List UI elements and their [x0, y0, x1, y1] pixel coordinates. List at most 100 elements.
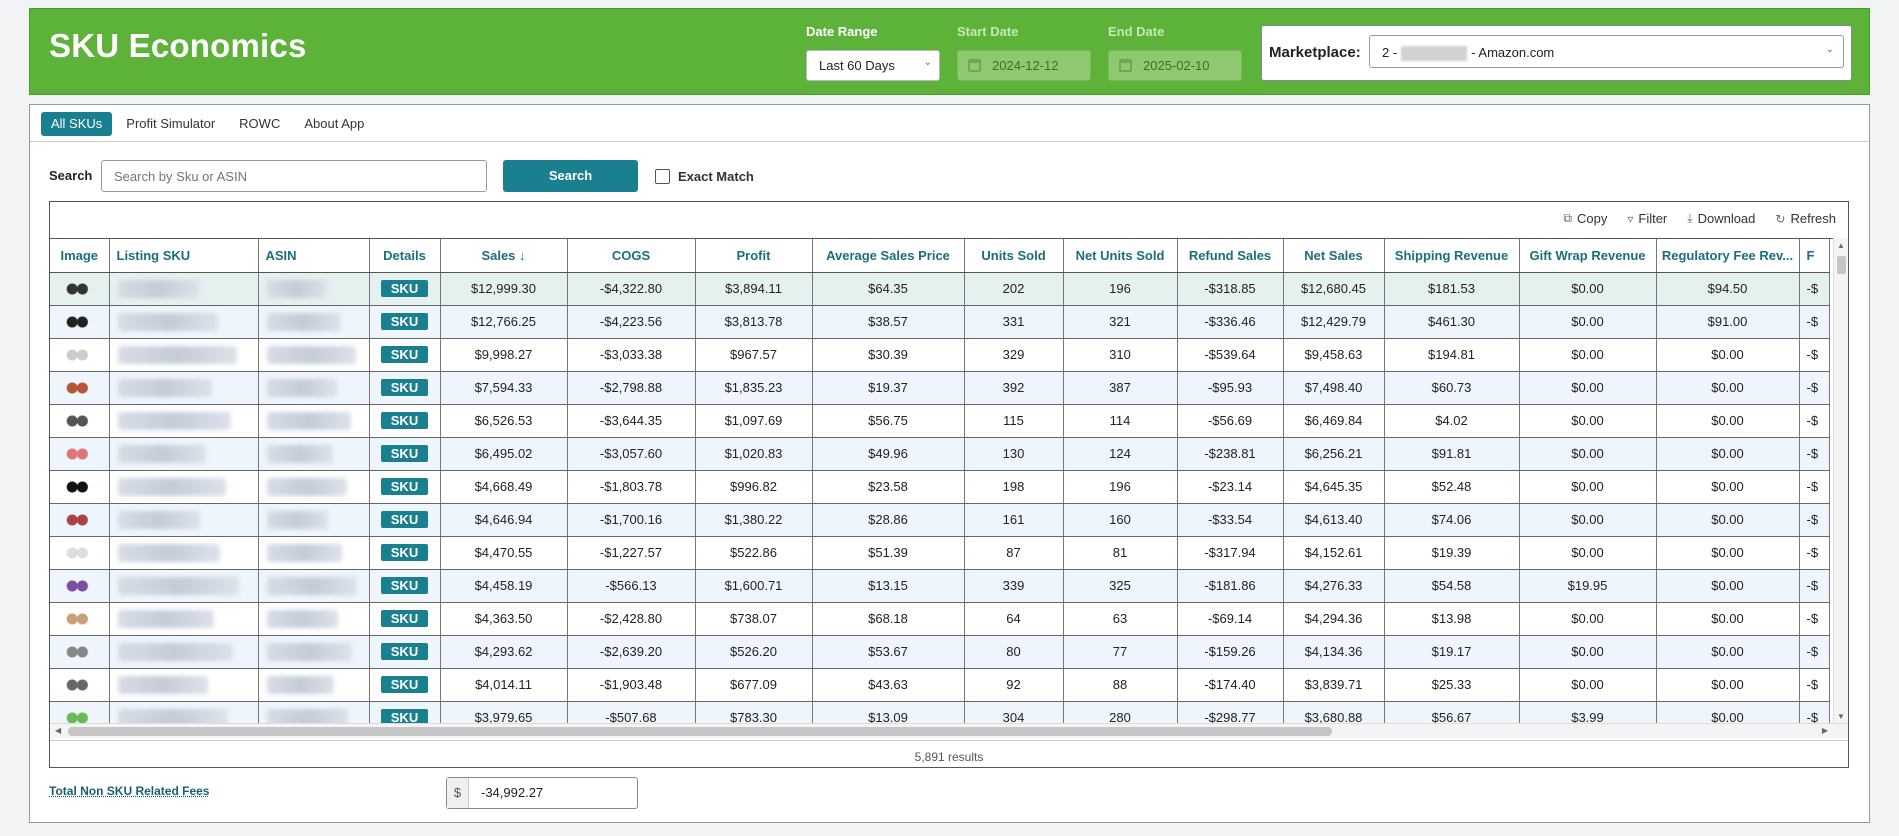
table-row[interactable]: SKU $4,458.19 -$566.13 $1,600.71 $13.15 339 32…	[50, 569, 1830, 603]
table-cell: $0.00	[1519, 635, 1657, 669]
scroll-thumb[interactable]	[68, 727, 1332, 736]
column-header[interactable]: Image	[50, 239, 110, 273]
column-header[interactable]: COGS	[567, 239, 696, 273]
sku-details-button[interactable]: SKU	[380, 478, 429, 495]
date-range-select[interactable]: Last 60 Days ⌄	[806, 50, 940, 81]
table-cell: -$318.85	[1177, 272, 1284, 306]
sku-details-button[interactable]: SKU	[380, 709, 429, 723]
sku-details-button[interactable]: SKU	[380, 313, 429, 330]
start-date-field[interactable]: 2024-12-12	[957, 50, 1091, 81]
search-input[interactable]	[101, 160, 487, 192]
column-header[interactable]: Units Sold	[964, 239, 1064, 273]
table-row[interactable]: SKU $6,526.53 -$3,644.35 $1,097.69 $56.75 115…	[50, 404, 1830, 438]
redacted-text	[117, 675, 208, 694]
table-row[interactable]: SKU $9,998.27 -$3,033.38 $967.57 $30.39 329 31…	[50, 338, 1830, 372]
table-cell: 329	[964, 338, 1064, 372]
table-cell: -$	[1799, 437, 1830, 471]
redacted-text	[266, 345, 356, 364]
sku-details-button[interactable]: SKU	[380, 544, 429, 561]
table-cell: $1,600.71	[695, 569, 813, 603]
scroll-thumb[interactable]	[1837, 256, 1846, 274]
table-cell: $4,470.55	[440, 536, 568, 570]
marketplace-suffix: - Amazon.com	[1471, 45, 1555, 60]
details-cell: SKU	[369, 305, 441, 339]
date-range-value: Last 60 Days	[819, 58, 895, 73]
asin-cell	[258, 569, 370, 603]
column-header[interactable]: Net Sales	[1283, 239, 1385, 273]
table-row[interactable]: SKU $7,594.33 -$2,798.88 $1,835.23 $19.37 392…	[50, 371, 1830, 405]
scroll-up-icon[interactable]: ▲	[1837, 241, 1845, 250]
table-row[interactable]: SKU $12,766.25 -$4,223.56 $3,813.78 $38.57 33…	[50, 305, 1830, 339]
listing-sku-cell	[109, 701, 259, 723]
tab-all-skus[interactable]: All SKUs	[41, 112, 113, 136]
product-thumbnail	[62, 609, 97, 628]
download-button[interactable]: ⤓ Download	[1687, 211, 1755, 226]
column-header[interactable]: Shipping Revenue	[1384, 239, 1520, 273]
sort-arrow-icon: ↓	[519, 247, 526, 263]
table-cell: -$181.86	[1177, 569, 1284, 603]
table-cell: $6,256.21	[1283, 437, 1385, 471]
start-date-label: Start Date	[957, 24, 1019, 39]
redacted-text	[266, 477, 347, 496]
table-cell: $0.00	[1656, 635, 1800, 669]
scroll-down-icon[interactable]: ▼	[1837, 712, 1845, 721]
table-row[interactable]: SKU $4,646.94 -$1,700.16 $1,380.22 $28.86 161…	[50, 503, 1830, 537]
horizontal-scrollbar[interactable]: ◀ ▶	[50, 723, 1848, 738]
listing-sku-cell	[109, 305, 259, 339]
sku-details-button[interactable]: SKU	[380, 412, 429, 429]
column-header[interactable]: Details	[369, 239, 441, 273]
tab-profit-simulator[interactable]: Profit Simulator	[116, 112, 225, 136]
refresh-button[interactable]: ↻ Refresh	[1775, 211, 1836, 226]
sku-details-button[interactable]: SKU	[380, 346, 429, 363]
sku-details-button[interactable]: SKU	[380, 280, 429, 297]
sku-details-button[interactable]: SKU	[380, 610, 429, 627]
column-header[interactable]: F	[1799, 239, 1830, 273]
copy-button[interactable]: ⧉ Copy	[1563, 211, 1607, 226]
table-row[interactable]: SKU $4,668.49 -$1,803.78 $996.82 $23.58 198 19…	[50, 470, 1830, 504]
column-header[interactable]: Net Units Sold	[1063, 239, 1178, 273]
column-header[interactable]: Regulatory Fee Rev...	[1656, 239, 1800, 273]
table-row[interactable]: SKU $6,495.02 -$3,057.60 $1,020.83 $49.96 130…	[50, 437, 1830, 471]
table-cell: $54.58	[1384, 569, 1520, 603]
table-cell: $94.50	[1656, 272, 1800, 306]
asin-cell	[258, 470, 370, 504]
filter-button[interactable]: ▿ Filter	[1627, 211, 1667, 226]
table-cell: 130	[964, 437, 1064, 471]
table-row[interactable]: SKU $4,014.11 -$1,903.48 $677.09 $43.63 92 88-…	[50, 668, 1830, 702]
end-date-field[interactable]: 2025-02-10	[1108, 50, 1242, 81]
column-header[interactable]: Refund Sales	[1177, 239, 1284, 273]
table-cell: $30.39	[812, 338, 965, 372]
sku-details-button[interactable]: SKU	[380, 676, 429, 693]
column-header[interactable]: Profit	[695, 239, 813, 273]
column-header-sales[interactable]: Sales ↓	[440, 239, 568, 273]
tab-rowc[interactable]: ROWC	[229, 112, 290, 136]
sku-details-button[interactable]: SKU	[380, 445, 429, 462]
table-row[interactable]: SKU $3,979.65 -$507.68 $783.30 $13.09 304 280-…	[50, 701, 1830, 723]
tab-about-app[interactable]: About App	[294, 112, 374, 136]
sku-details-button[interactable]: SKU	[380, 511, 429, 528]
table-cell: 80	[964, 635, 1064, 669]
redacted-text	[266, 576, 357, 595]
table-cell: 115	[964, 404, 1064, 438]
column-header[interactable]: ASIN	[258, 239, 370, 273]
scroll-right-icon[interactable]: ▶	[1822, 726, 1828, 735]
column-header[interactable]: Gift Wrap Revenue	[1519, 239, 1657, 273]
table-row[interactable]: SKU $4,293.62 -$2,639.20 $526.20 $53.67 80 77-…	[50, 635, 1830, 669]
table-cell: $0.00	[1519, 536, 1657, 570]
sku-details-button[interactable]: SKU	[380, 643, 429, 660]
table-cell: $52.48	[1384, 470, 1520, 504]
column-header[interactable]: Listing SKU	[109, 239, 259, 273]
vertical-scrollbar[interactable]: ▲ ▼	[1833, 238, 1848, 723]
marketplace-select[interactable]: 2 - - Amazon.com ⌄	[1369, 35, 1844, 68]
redacted-marketplace-id	[1401, 46, 1468, 62]
exact-match-checkbox[interactable]	[655, 169, 670, 184]
sku-details-button[interactable]: SKU	[380, 577, 429, 594]
scroll-left-icon[interactable]: ◀	[55, 726, 61, 735]
table-row[interactable]: SKU $12,999.30 -$4,322.80 $3,894.11 $64.35 20…	[50, 272, 1830, 306]
table-row[interactable]: SKU $4,363.50 -$2,428.80 $738.07 $68.18 64 63-…	[50, 602, 1830, 636]
sku-details-button[interactable]: SKU	[380, 379, 429, 396]
column-header[interactable]: Average Sales Price	[812, 239, 965, 273]
table-row[interactable]: SKU $4,470.55 -$1,227.57 $522.86 $51.39 87 81-…	[50, 536, 1830, 570]
table-cell: 81	[1063, 536, 1178, 570]
search-button[interactable]: Search	[503, 160, 638, 192]
